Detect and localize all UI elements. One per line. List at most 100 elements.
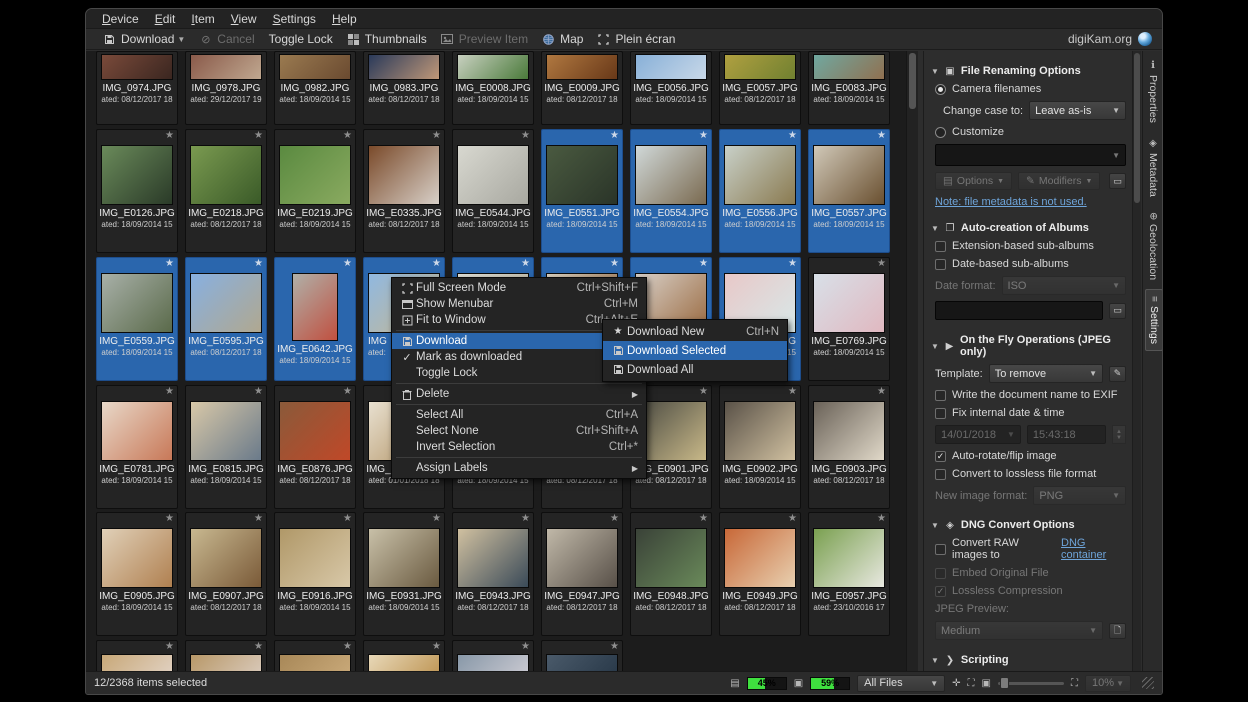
auto-rotate-checkbox[interactable]: ✓ xyxy=(935,451,946,462)
dng-container-link[interactable]: DNG container xyxy=(1061,537,1126,561)
menu-item-download-all[interactable]: Download All xyxy=(603,360,787,379)
thumbnail-item-img_0974[interactable]: IMG_0974.JPGated: 08/12/2017 18 xyxy=(96,51,178,125)
time-input[interactable]: 15:43:18 xyxy=(1027,425,1106,444)
thumbnail-item-img_e0781[interactable]: ★IMG_E0781.JPGated: 18/09/2014 15 xyxy=(96,385,178,509)
time-spinner[interactable]: ▲▼ xyxy=(1112,425,1126,444)
menu-item-select-none[interactable]: Select NoneCtrl+Shift+A xyxy=(392,423,646,439)
zoom-100-icon[interactable]: ▣ xyxy=(982,678,991,689)
menu-item-invert-selection[interactable]: Invert SelectionCtrl+* xyxy=(392,439,646,455)
thumbnail-item-img_e0916[interactable]: ★IMG_E0916.JPGated: 18/09/2014 15 xyxy=(274,512,356,636)
thumbnail-item-img_e0009[interactable]: IMG_E0009.JPGated: 08/12/2017 18 xyxy=(541,51,623,125)
resize-grip[interactable] xyxy=(1142,677,1154,689)
preview-item-button[interactable]: Preview Item xyxy=(434,30,535,48)
menu-device[interactable]: Device xyxy=(94,10,147,28)
file-filter-select[interactable]: All Files ▼ xyxy=(857,675,945,692)
thumbnail-item-img_e0559[interactable]: ★IMG_E0559.JPGated: 18/09/2014 15 xyxy=(96,257,178,381)
thumbnail-item-img_e0949[interactable]: ★IMG_E0949.JPGated: 08/12/2017 18 xyxy=(719,512,801,636)
menu-item-delete[interactable]: Delete▶ xyxy=(392,386,646,402)
menu-item[interactable]: Item xyxy=(183,10,222,28)
thumbnail-item-img_e0907[interactable]: ★IMG_E0907.JPGated: 08/12/2017 18 xyxy=(185,512,267,636)
section-on-the-fly[interactable]: ▼ ▶ On the Fly Operations (JPEG only) xyxy=(931,334,1126,358)
thumbnail-item-img_0978[interactable]: IMG_0978.JPGated: 29/12/2017 19 xyxy=(185,51,267,125)
thumbnail-item-img_e0931[interactable]: ★IMG_E0931.JPGated: 18/09/2014 15 xyxy=(363,512,445,636)
section-scripting[interactable]: ▼ ❯ Scripting xyxy=(931,654,1126,666)
select-fit-icon[interactable]: ✛ xyxy=(952,678,960,689)
sidebar-scrollbar[interactable] xyxy=(1132,51,1141,671)
date-format-select[interactable]: ISO ▼ xyxy=(1002,276,1126,295)
sidebar-scrollbar-handle[interactable] xyxy=(1134,53,1140,203)
thumbnail-item[interactable]: ★ xyxy=(452,640,534,671)
section-file-renaming[interactable]: ▼ ▣ File Renaming Options xyxy=(931,65,1126,77)
zoom-slider-handle[interactable] xyxy=(1000,677,1009,689)
thumbnail-item[interactable]: ★ xyxy=(541,640,623,671)
convert-raw-checkbox[interactable] xyxy=(935,544,946,555)
menu-help[interactable]: Help xyxy=(324,10,365,28)
change-case-select[interactable]: Leave as-is ▼ xyxy=(1029,101,1126,120)
menu-item-download-new[interactable]: ★Download NewCtrl+N xyxy=(603,322,787,341)
thumbnail-item-img_e0554[interactable]: ★IMG_E0554.JPGated: 18/09/2014 15 xyxy=(630,129,712,253)
thumbnail-item-img_e0947[interactable]: ★IMG_E0947.JPGated: 08/12/2017 18 xyxy=(541,512,623,636)
map-button[interactable]: Map xyxy=(535,30,590,48)
zoom-level-select[interactable]: 10% ▼ xyxy=(1085,675,1131,692)
menu-edit[interactable]: Edit xyxy=(147,10,184,28)
write-exif-checkbox[interactable] xyxy=(935,390,946,401)
fullscreen-button[interactable]: Plein écran xyxy=(590,30,682,48)
rename-pattern-input[interactable]: ▼ xyxy=(935,144,1126,166)
menu-settings[interactable]: Settings xyxy=(265,10,324,28)
lossless-compression-checkbox[interactable]: ✓ xyxy=(935,586,946,597)
tab-geolocation[interactable]: ⊕Geolocation xyxy=(1145,206,1161,286)
zoom-fit-icon[interactable]: ⛶ xyxy=(1071,678,1078,689)
thumbnail-item-img_e0815[interactable]: ★IMG_E0815.JPGated: 18/09/2014 15 xyxy=(185,385,267,509)
menu-item-download-selected[interactable]: Download Selected xyxy=(603,341,787,360)
thumbnail-item[interactable]: ★ xyxy=(96,640,178,671)
options-button[interactable]: ▤ Options ▼ xyxy=(935,172,1012,190)
zoom-slider[interactable] xyxy=(998,682,1064,685)
new-format-select[interactable]: PNG ▼ xyxy=(1033,486,1126,505)
section-dng-convert[interactable]: ▼ ◈ DNG Convert Options xyxy=(931,519,1126,531)
thumbnail-item-img_e0642[interactable]: ★IMG_E0642.JPGated: 18/09/2014 15 xyxy=(274,257,356,381)
menu-item-assign-labels[interactable]: Assign Labels▶ xyxy=(392,460,646,476)
date-format-input[interactable] xyxy=(935,301,1103,320)
thumbnail-item-img_0983[interactable]: IMG_0983.JPGated: 08/12/2017 18 xyxy=(363,51,445,125)
thumbnail-item-img_e0008[interactable]: IMG_E0008.JPGated: 18/09/2014 15 xyxy=(452,51,534,125)
thumbnail-item[interactable]: ★ xyxy=(185,640,267,671)
hint-icon-button[interactable]: ▭ xyxy=(1109,173,1126,189)
thumbnail-item[interactable]: ★ xyxy=(363,640,445,671)
page-icon-button[interactable]: 🗋 xyxy=(1109,623,1126,639)
tab-metadata[interactable]: ◈Metadata xyxy=(1145,132,1161,203)
edit-template-button[interactable]: ✎ xyxy=(1109,366,1126,382)
grid-scrollbar-handle[interactable] xyxy=(909,53,916,109)
thumbnail-item-img_e0903[interactable]: ★IMG_E0903.JPGated: 08/12/2017 18 xyxy=(808,385,890,509)
thumbnail-item[interactable]: ★ xyxy=(274,640,356,671)
menu-item-full-screen-mode[interactable]: Full Screen ModeCtrl+Shift+F xyxy=(392,280,646,296)
date-subalbums-checkbox[interactable] xyxy=(935,259,946,270)
thumbnail-item-img_e0544[interactable]: ★IMG_E0544.JPGated: 18/09/2014 15 xyxy=(452,129,534,253)
thumbnail-item-img_e0902[interactable]: ★IMG_E0902.JPGated: 18/09/2014 15 xyxy=(719,385,801,509)
thumbnail-item-img_e0218[interactable]: ★IMG_E0218.JPGated: 08/12/2017 18 xyxy=(185,129,267,253)
thumbnail-item-img_e0769[interactable]: ★IMG_E0769.JPGated: 18/09/2014 15 xyxy=(808,257,890,381)
jpeg-preview-select[interactable]: Medium ▼ xyxy=(935,621,1103,640)
thumbnail-item-img_e0943[interactable]: ★IMG_E0943.JPGated: 08/12/2017 18 xyxy=(452,512,534,636)
convert-lossless-checkbox[interactable] xyxy=(935,469,946,480)
customize-radio[interactable] xyxy=(935,127,946,138)
camera-filenames-radio[interactable] xyxy=(935,84,946,95)
thumbnail-item-img_e0957[interactable]: ★IMG_E0957.JPGated: 23/10/2016 17 xyxy=(808,512,890,636)
thumbnail-item-img_e0056[interactable]: IMG_E0056.JPGated: 18/09/2014 15 xyxy=(630,51,712,125)
thumbnail-item-img_e0057[interactable]: IMG_E0057.JPGated: 08/12/2017 18 xyxy=(719,51,801,125)
thumbnail-item-img_e0557[interactable]: ★IMG_E0557.JPGated: 18/09/2014 15 xyxy=(808,129,890,253)
modifiers-button[interactable]: ✎ Modifiers ▼ xyxy=(1018,172,1100,190)
thumbnail-item-img_e0551[interactable]: ★IMG_E0551.JPGated: 18/09/2014 15 xyxy=(541,129,623,253)
tab-settings[interactable]: ≡Settings xyxy=(1145,289,1163,351)
date-input[interactable]: 14/01/2018 ▼ xyxy=(935,425,1021,444)
thumbnail-item-img_e0595[interactable]: ★IMG_E0595.JPGated: 08/12/2017 18 xyxy=(185,257,267,381)
hint-icon-button[interactable]: ▭ xyxy=(1109,303,1126,319)
thumbnail-item-img_e0876[interactable]: ★IMG_E0876.JPGated: 08/12/2017 18 xyxy=(274,385,356,509)
toggle-lock-button[interactable]: Toggle Lock xyxy=(262,30,340,48)
thumbnail-item-img_e0219[interactable]: ★IMG_E0219.JPGated: 18/09/2014 15 xyxy=(274,129,356,253)
embed-original-checkbox[interactable] xyxy=(935,568,946,579)
tab-properties[interactable]: ℹProperties xyxy=(1145,54,1161,129)
thumbnail-item-img_e0335[interactable]: ★IMG_E0335.JPGated: 08/12/2017 18 xyxy=(363,129,445,253)
thumbnail-item-img_e0905[interactable]: ★IMG_E0905.JPGated: 18/09/2014 15 xyxy=(96,512,178,636)
template-select[interactable]: To remove ▼ xyxy=(989,364,1103,383)
cancel-button[interactable]: ⊘Cancel xyxy=(192,30,261,48)
